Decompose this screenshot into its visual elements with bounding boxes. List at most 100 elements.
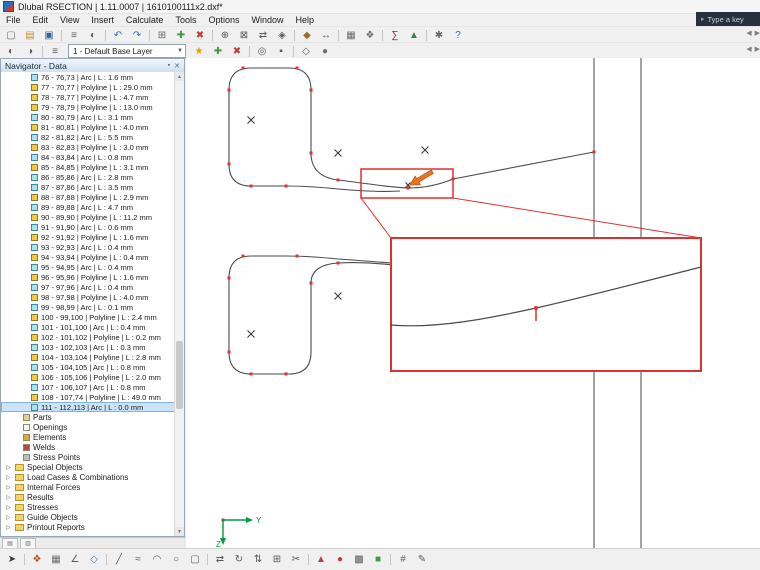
- pan-view-icon[interactable]: ⇄: [254, 27, 272, 44]
- tree-item[interactable]: 111 - 112,113 | Arc | L : 0.0 mm: [1, 402, 175, 412]
- new-file-icon[interactable]: ▢: [2, 27, 20, 44]
- tree-item[interactable]: 84 - 83,84 | Arc | L : 0.8 mm: [1, 152, 175, 162]
- save-icon[interactable]: ▣: [40, 27, 58, 44]
- snap-points-icon[interactable]: ❖: [28, 551, 46, 568]
- tree-section[interactable]: ▷ Load Cases & Combinations: [1, 472, 175, 482]
- move-icon[interactable]: ⇄: [211, 551, 229, 568]
- tree-section[interactable]: ▷ Results: [1, 492, 175, 502]
- grid-toggle-icon[interactable]: ▦: [47, 551, 65, 568]
- isometric-view-icon[interactable]: ◈: [273, 27, 291, 44]
- tree-item[interactable]: 90 - 89,90 | Polyline | L : 11.2 mm: [1, 212, 175, 222]
- display-properties-icon[interactable]: ◐: [2, 43, 20, 60]
- circle-tool-icon[interactable]: ○: [167, 551, 185, 568]
- navigator-scrollbar[interactable]: ▲ ▼: [174, 72, 184, 536]
- tree-item[interactable]: 80 - 80,79 | Arc | L : 3.1 mm: [1, 112, 175, 122]
- menu-tools[interactable]: Tools: [169, 14, 202, 26]
- tree-item[interactable]: 91 - 91,90 | Arc | L : 0.6 mm: [1, 222, 175, 232]
- tree-item[interactable]: 88 - 87,88 | Polyline | L : 2.9 mm: [1, 192, 175, 202]
- tree-item[interactable]: 94 - 93,94 | Polyline | L : 0.4 mm: [1, 252, 175, 262]
- guide-object-icon[interactable]: ◇: [297, 43, 315, 60]
- tree-item[interactable]: 76 - 76,73 | Arc | L : 1.6 mm: [1, 72, 175, 82]
- copy-icon[interactable]: ⊞: [268, 551, 286, 568]
- scrollbar-thumb[interactable]: [176, 341, 183, 409]
- grid-icon[interactable]: ▦: [342, 27, 360, 44]
- tree-item[interactable]: 108 - 107,74 | Polyline | L : 49.0 mm: [1, 392, 175, 402]
- tree-section[interactable]: ▷ Stresses: [1, 502, 175, 512]
- polyline-tool-icon[interactable]: ≈: [129, 551, 147, 568]
- screenshot-icon[interactable]: ◐: [84, 27, 102, 44]
- points-icon[interactable]: ●: [316, 43, 334, 60]
- dimension-icon[interactable]: ↔: [317, 27, 335, 44]
- tree-item[interactable]: 106 - 105,106 | Polyline | L : 2.0 mm: [1, 372, 175, 382]
- mirror-icon[interactable]: ⇅: [249, 551, 267, 568]
- select-pointer-icon[interactable]: ➤: [3, 551, 21, 568]
- tree-item[interactable]: 82 - 81,82 | Arc | L : 5.5 mm: [1, 132, 175, 142]
- tree-item[interactable]: 86 - 85,86 | Arc | L : 2.8 mm: [1, 172, 175, 182]
- favorite-layer-icon[interactable]: ★: [190, 43, 208, 60]
- tables-icon[interactable]: ⊞: [153, 27, 171, 44]
- rectangle-tool-icon[interactable]: ▢: [186, 551, 204, 568]
- tree-item[interactable]: 99 - 98,99 | Arc | L : 0.1 mm: [1, 302, 175, 312]
- delete-layer-icon[interactable]: ✖: [228, 43, 246, 60]
- snap-icon[interactable]: ❖: [361, 27, 379, 44]
- opening-tool-icon[interactable]: ▩: [350, 551, 368, 568]
- open-file-icon[interactable]: ▤: [21, 27, 39, 44]
- menu-view[interactable]: View: [54, 14, 85, 26]
- tree-section[interactable]: ▷ Guide Objects: [1, 512, 175, 522]
- menu-edit[interactable]: Edit: [27, 14, 55, 26]
- tree-item[interactable]: 78 - 78,77 | Polyline | L : 4.7 mm: [1, 92, 175, 102]
- tree-item[interactable]: 101 - 101,100 | Arc | L : 0.4 mm: [1, 322, 175, 332]
- tree-node[interactable]: Openings: [1, 422, 175, 432]
- tree-item[interactable]: 100 - 99,100 | Polyline | L : 2.4 mm: [1, 312, 175, 322]
- tree-item[interactable]: 105 - 104,105 | Arc | L : 0.8 mm: [1, 362, 175, 372]
- stress-point-tool-icon[interactable]: ●: [331, 551, 349, 568]
- tree-item[interactable]: 102 - 101,102 | Polyline | L : 0.2 mm: [1, 332, 175, 342]
- redo-icon[interactable]: ↷: [128, 27, 146, 44]
- new-layer-icon[interactable]: ✚: [209, 43, 227, 60]
- tree-item[interactable]: 85 - 84,85 | Polyline | L : 3.1 mm: [1, 162, 175, 172]
- tree-item[interactable]: 77 - 70,77 | Polyline | L : 29.0 mm: [1, 82, 175, 92]
- menu-calculate[interactable]: Calculate: [120, 14, 170, 26]
- weld-tool-icon[interactable]: ▲: [312, 551, 330, 568]
- tree-item[interactable]: 93 - 92,93 | Arc | L : 0.4 mm: [1, 242, 175, 252]
- rotate-icon[interactable]: ↻: [230, 551, 248, 568]
- ortho-icon[interactable]: ∠: [66, 551, 84, 568]
- tree-item[interactable]: 92 - 91,92 | Polyline | L : 1.6 mm: [1, 232, 175, 242]
- print-icon[interactable]: ≡: [65, 27, 83, 44]
- menu-insert[interactable]: Insert: [85, 14, 120, 26]
- tree-item[interactable]: 79 - 78,79 | Polyline | L : 13.0 mm: [1, 102, 175, 112]
- toolbar-next-icon[interactable]: ▶: [755, 45, 760, 53]
- navigator-header[interactable]: Navigator - Data ▪ ✕: [1, 59, 184, 73]
- menu-options[interactable]: Options: [202, 14, 245, 26]
- scroll-down-icon[interactable]: ▼: [175, 527, 184, 536]
- tree-node[interactable]: Welds: [1, 442, 175, 452]
- tree-node[interactable]: Elements: [1, 432, 175, 442]
- tree-section[interactable]: ▷ Special Objects: [1, 462, 175, 472]
- tree-item[interactable]: 98 - 97,98 | Polyline | L : 4.0 mm: [1, 292, 175, 302]
- measure-icon[interactable]: ◆: [298, 27, 316, 44]
- tree-section[interactable]: ▷ Internal Forces: [1, 482, 175, 492]
- layer-list-icon[interactable]: ≡: [46, 43, 64, 60]
- menu-file[interactable]: File: [0, 14, 27, 26]
- toolbar-prev-icon[interactable]: ◀: [746, 29, 751, 37]
- zoom-all-icon[interactable]: ⊕: [216, 27, 234, 44]
- comment-icon[interactable]: ✎: [413, 551, 431, 568]
- visibility-icon[interactable]: ◎: [253, 43, 271, 60]
- guidelines-icon[interactable]: ◇: [85, 551, 103, 568]
- tree-item[interactable]: 104 - 103,104 | Polyline | L : 2.8 mm: [1, 352, 175, 362]
- scroll-up-icon[interactable]: ▲: [175, 72, 184, 81]
- tree-item[interactable]: 81 - 80,81 | Polyline | L : 4.0 mm: [1, 122, 175, 132]
- generate-icon[interactable]: ✚: [172, 27, 190, 44]
- tree-section[interactable]: ▷ Printout Reports: [1, 522, 175, 532]
- arc-tool-icon[interactable]: ◠: [148, 551, 166, 568]
- pin-icon[interactable]: ▪: [168, 62, 170, 69]
- delete-icon[interactable]: ✖: [191, 27, 209, 44]
- layer-select[interactable]: 1 - Default Base Layer ▼: [68, 44, 186, 58]
- tree-item[interactable]: 96 - 95,96 | Polyline | L : 1.6 mm: [1, 272, 175, 282]
- menu-window[interactable]: Window: [245, 14, 289, 26]
- menu-help[interactable]: Help: [290, 14, 321, 26]
- toolbar-next-icon[interactable]: ▶: [755, 29, 760, 37]
- lock-layer-icon[interactable]: ▪: [272, 43, 290, 60]
- close-icon[interactable]: ✕: [174, 62, 180, 70]
- line-tool-icon[interactable]: ╱: [110, 551, 128, 568]
